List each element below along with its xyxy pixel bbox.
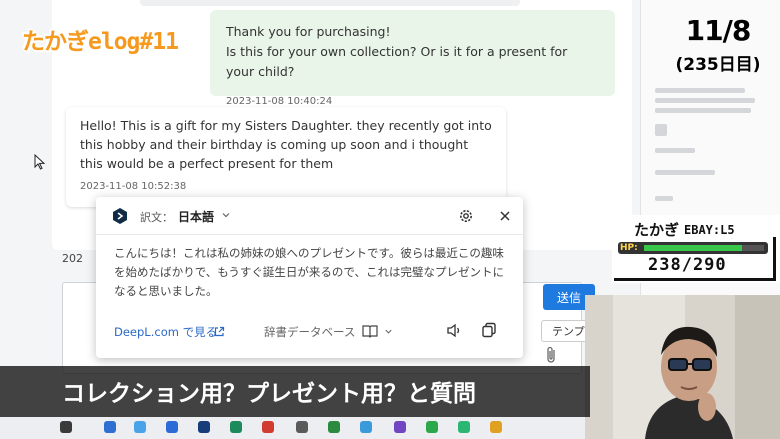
target-language-select[interactable]: 日本語 xyxy=(178,208,214,225)
taskbar-app-icon[interactable] xyxy=(394,421,406,433)
chevron-down-icon[interactable] xyxy=(221,210,231,220)
placeholder-line xyxy=(655,88,745,93)
copy-icon[interactable] xyxy=(481,322,497,338)
book-icon[interactable] xyxy=(362,324,378,338)
taskbar-app-icon[interactable] xyxy=(166,421,178,433)
hp-numbers: 238/290 xyxy=(648,255,727,275)
taskbar-app-icon[interactable] xyxy=(60,421,72,433)
translated-text: こんにちは！これは私の姉妹の娘へのプレゼントです。彼らは最近この趣味を始めたばか… xyxy=(114,246,504,298)
taskbar-app-icon[interactable] xyxy=(426,421,438,433)
close-icon[interactable] xyxy=(498,209,512,223)
hp-name: たかぎ xyxy=(634,221,680,239)
hp-fill xyxy=(644,245,743,251)
chevron-down-icon[interactable] xyxy=(384,327,393,336)
external-link-icon[interactable] xyxy=(214,326,225,337)
taskbar-app-icon[interactable] xyxy=(328,421,340,433)
taskbar-app-icon[interactable] xyxy=(490,421,502,433)
deepl-header: 訳文： 日本語 xyxy=(96,197,523,235)
placeholder-line xyxy=(655,148,695,153)
webcam-feed xyxy=(585,295,780,439)
hp-bar: HP: xyxy=(618,242,768,254)
my-message-line1: Thank you for purchasing! xyxy=(226,24,391,39)
placeholder-line xyxy=(655,196,673,201)
buyer-message-text: Hello! This is a gift for my Sisters Dau… xyxy=(80,118,492,171)
placeholder-line xyxy=(655,108,751,113)
taskbar-app-icon[interactable] xyxy=(230,421,242,433)
open-in-deepl-link[interactable]: DeepL.com で見る xyxy=(114,324,217,340)
hp-level: EBAY:L5 xyxy=(684,223,735,237)
taskbar-app-icon[interactable] xyxy=(198,421,210,433)
taskbar-app-icon[interactable] xyxy=(296,421,308,433)
taskbar-app-icon[interactable] xyxy=(360,421,372,433)
subtitle-text: コレクション用？プレゼント用？と質問 xyxy=(62,381,476,407)
date-stub: 202 xyxy=(62,252,83,265)
deepl-logo-icon xyxy=(113,208,127,224)
hp-status-panel: たかぎ EBAY:L5 HP: 238/290 xyxy=(612,215,780,283)
webcam-person-image xyxy=(585,295,780,439)
my-message-bubble: Thank you for purchasing! Is this for yo… xyxy=(210,10,615,107)
hp-track xyxy=(644,245,764,251)
previous-message-edge xyxy=(140,0,520,6)
buyer-message-timestamp: 2023-11-08 10:52:38 xyxy=(80,181,187,192)
buyer-message-bubble: Hello! This is a gift for my Sisters Dau… xyxy=(66,107,506,207)
taskbar-app-icon[interactable] xyxy=(458,421,470,433)
taskbar-app-icon[interactable] xyxy=(104,421,116,433)
date-label: 11/8 xyxy=(685,14,752,47)
placeholder-checkbox xyxy=(655,124,667,136)
speaker-icon[interactable] xyxy=(446,323,462,338)
hp-tag: HP: xyxy=(620,243,638,253)
placeholder-line xyxy=(655,98,755,103)
my-message-line2: Is this for your own collection? Or is i… xyxy=(226,44,568,79)
taskbar-app-icon[interactable] xyxy=(134,421,146,433)
vlog-title-logo: たかぎelog#11 xyxy=(22,29,179,55)
placeholder-line xyxy=(655,170,715,175)
day-count-label: (235日目) xyxy=(675,55,761,75)
gear-icon[interactable] xyxy=(458,208,474,224)
taskbar-app-icon[interactable] xyxy=(262,421,274,433)
paperclip-icon[interactable] xyxy=(545,346,559,364)
dictionary-database-label[interactable]: 辞書データベース xyxy=(264,324,355,340)
deepl-popup: 訳文： 日本語 こんにちは！これは私の姉妹の娘へのプレゼントです。彼らは最近この… xyxy=(96,197,523,358)
translation-label: 訳文： xyxy=(140,211,173,224)
mouse-cursor-icon xyxy=(34,154,46,170)
